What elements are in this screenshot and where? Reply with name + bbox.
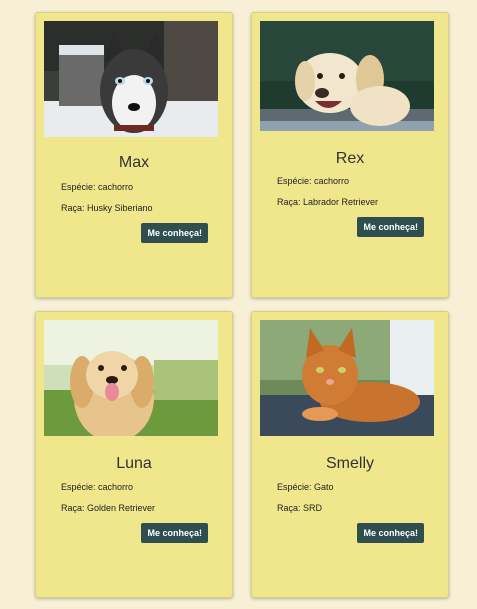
breed-value: Golden Retriever [87, 503, 156, 513]
pet-breed: Raça: Golden Retriever [61, 503, 155, 513]
meet-me-button[interactable]: Me conheça! [141, 523, 208, 543]
species-label: Espécie: [277, 482, 315, 492]
golden-retriever-photo [44, 320, 218, 436]
pet-name: Rex [335, 150, 365, 167]
breed-value: Husky Siberiano [87, 203, 153, 213]
pet-card-max: Max Espécie: cachorro Raça: Husky Siberi… [35, 12, 233, 298]
breed-value: SRD [303, 503, 323, 513]
species-label: Espécie: [61, 182, 99, 192]
pet-species: Espécie: cachorro [61, 482, 133, 492]
cat-photo [260, 320, 434, 436]
breed-label: Raça: [61, 203, 88, 213]
species-value: cachorro [98, 482, 134, 492]
pet-name: Max [118, 154, 150, 171]
meet-me-button[interactable]: Me conheça! [141, 223, 208, 243]
pet-name: Smelly [325, 455, 374, 472]
pet-species: Espécie: Gato [277, 482, 334, 492]
species-label: Espécie: [61, 482, 99, 492]
labrador-photo [260, 21, 434, 131]
pet-card-smelly: Smelly Espécie: Gato Raça: SRD Me conheç… [251, 311, 449, 598]
pet-breed: Raça: Labrador Retriever [277, 197, 378, 207]
species-value: cachorro [98, 182, 134, 192]
breed-label: Raça: [61, 503, 88, 513]
meet-me-button[interactable]: Me conheça! [357, 217, 424, 237]
pet-breed: Raça: SRD [277, 503, 322, 513]
species-label: Espécie: [277, 176, 315, 186]
species-value: Gato [314, 482, 334, 492]
pet-card-luna: Luna Espécie: cachorro Raça: Golden Retr… [35, 311, 233, 598]
meet-me-button[interactable]: Me conheça! [357, 523, 424, 543]
pet-breed: Raça: Husky Siberiano [61, 203, 153, 213]
breed-label: Raça: [277, 197, 304, 207]
pet-species: Espécie: cachorro [277, 176, 349, 186]
pet-species: Espécie: cachorro [61, 182, 133, 192]
pet-card-rex: Rex Espécie: cachorro Raça: Labrador Ret… [251, 12, 449, 298]
husky-photo [44, 21, 218, 137]
pet-name: Luna [116, 455, 152, 472]
breed-value: Labrador Retriever [303, 197, 379, 207]
breed-label: Raça: [277, 503, 304, 513]
pet-grid: Max Espécie: cachorro Raça: Husky Siberi… [0, 0, 477, 609]
species-value: cachorro [314, 176, 350, 186]
